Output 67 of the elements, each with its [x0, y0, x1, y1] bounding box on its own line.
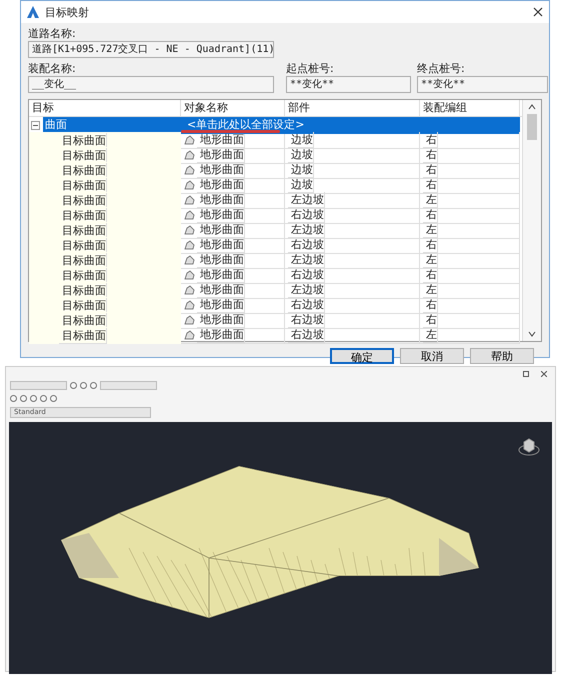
table-cell[interactable]: 地形曲面: [197, 147, 245, 163]
table-cell[interactable]: 边坡: [288, 147, 314, 163]
field-label: 装配名称:: [28, 62, 77, 76]
table-cell[interactable]: 边坡: [288, 162, 314, 178]
app-logo-icon: [27, 6, 39, 18]
table-cell[interactable]: 右边坡: [288, 237, 325, 253]
table-cell[interactable]: 地形曲面: [197, 177, 245, 193]
table-cell[interactable]: 左: [423, 222, 438, 238]
table-cell[interactable]: 地形曲面: [197, 312, 245, 328]
assembly-name-field[interactable]: __变化__: [28, 76, 274, 93]
table-cell[interactable]: 地形曲面: [197, 222, 245, 238]
close-icon[interactable]: [533, 7, 543, 17]
table-cell[interactable]: 右: [423, 267, 438, 283]
restore-icon[interactable]: [523, 371, 529, 377]
close-icon[interactable]: [541, 371, 547, 377]
table-cell[interactable]: 边坡: [288, 132, 314, 148]
column-header[interactable]: 部件: [285, 100, 420, 116]
road-name-field[interactable]: 道路[K1+095.727交叉口 - NE - Quadrant](11): [28, 41, 274, 58]
table-cell[interactable]: 地形曲面: [197, 132, 245, 148]
column-header[interactable]: 目标: [29, 100, 181, 116]
table-cell[interactable]: 地形曲面: [197, 297, 245, 313]
table-cell[interactable]: 地形曲面: [197, 267, 245, 283]
table-cell[interactable]: 地形曲面: [197, 327, 245, 343]
table-cell[interactable]: 地形曲面: [197, 252, 245, 268]
field-label: 道路名称:: [28, 27, 77, 41]
field-label: 起点桩号:: [286, 62, 335, 76]
table-cell[interactable]: 右边坡: [288, 297, 325, 313]
dialog-button[interactable]: 帮助: [470, 348, 534, 364]
dialog-button[interactable]: 确定: [330, 348, 394, 364]
table-cell[interactable]: 左: [423, 327, 438, 343]
table-cell[interactable]: 右边坡: [288, 207, 325, 223]
tree-label: 曲面: [43, 117, 180, 133]
table-cell[interactable]: 左: [423, 252, 438, 268]
table-cell[interactable]: 左: [423, 282, 438, 298]
viewcube-icon[interactable]: [518, 436, 540, 458]
column-header[interactable]: 对象名称: [181, 100, 285, 116]
column-header[interactable]: 装配编组: [420, 100, 520, 116]
table-cell[interactable]: 右: [423, 132, 438, 148]
table-cell[interactable]: 右边坡: [288, 267, 325, 283]
scrollbar-thumb[interactable]: [527, 114, 537, 140]
table-cell[interactable]: 右边坡: [288, 312, 325, 328]
tree-row[interactable]: 曲面 <单击此处以全部设定>: [29, 117, 522, 132]
table-cell[interactable]: 左边坡: [288, 222, 325, 238]
table-cell[interactable]: 右: [423, 237, 438, 253]
table-cell[interactable]: 右边坡: [288, 327, 325, 343]
table-cell[interactable]: 左边坡: [288, 192, 325, 208]
table-cell[interactable]: 边坡: [288, 177, 314, 193]
dialog-button[interactable]: 取消: [400, 348, 464, 364]
table-cell[interactable]: 右: [423, 147, 438, 163]
start-station-field[interactable]: **变化**: [286, 76, 411, 93]
end-station-field[interactable]: **变化**: [417, 76, 548, 93]
collapse-icon[interactable]: [31, 120, 40, 130]
table-cell[interactable]: 右: [423, 162, 438, 178]
table-cell[interactable]: 右: [423, 297, 438, 313]
table-cell[interactable]: 左: [423, 192, 438, 208]
table-cell[interactable]: 右: [423, 177, 438, 193]
table-cell[interactable]: 地形曲面: [197, 192, 245, 208]
table-cell[interactable]: 右: [423, 312, 438, 328]
field-label: 终点桩号:: [417, 62, 466, 76]
table-cell[interactable]: 右: [423, 207, 438, 223]
table-cell[interactable]: 左边坡: [288, 282, 325, 298]
table-cell[interactable]: 地形曲面: [197, 207, 245, 223]
table-cell[interactable]: 地形曲面: [197, 162, 245, 178]
table-cell[interactable]: 地形曲面: [197, 237, 245, 253]
table-cell[interactable]: 左边坡: [288, 252, 325, 268]
table-cell[interactable]: 地形曲面: [197, 282, 245, 298]
window-title: 目标映射: [45, 4, 90, 20]
